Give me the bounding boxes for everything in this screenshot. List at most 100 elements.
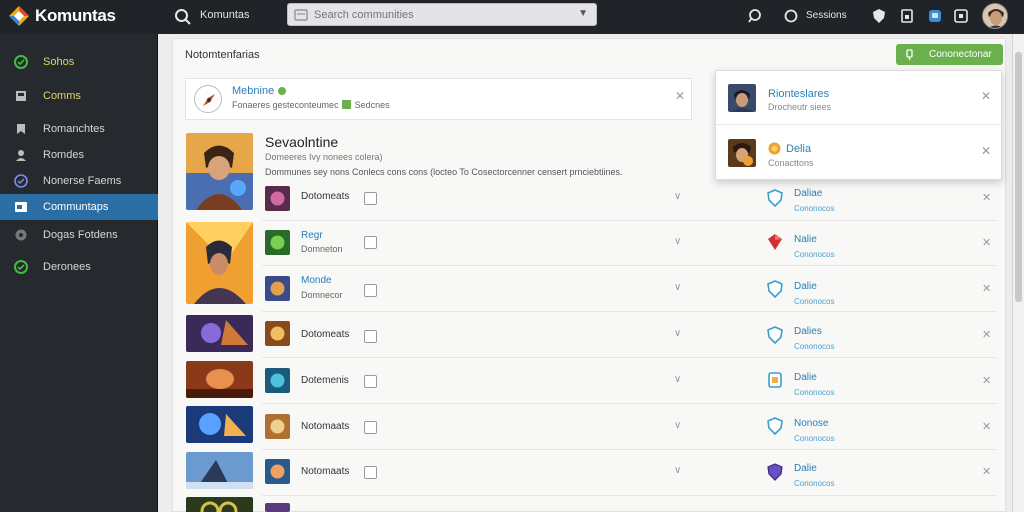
coin-icon — [768, 142, 781, 155]
row-status: Cononocos — [794, 297, 835, 306]
row-title[interactable]: Notomaats — [301, 466, 349, 477]
community-search-input[interactable] — [314, 7, 564, 23]
row-member-name[interactable]: Dalie — [794, 372, 817, 383]
row-member-name[interactable]: Dalie — [794, 281, 817, 292]
row-close-icon[interactable]: ✕ — [982, 191, 991, 204]
community-thumbnail[interactable] — [186, 452, 253, 489]
explore-icon[interactable] — [746, 7, 764, 25]
row-title[interactable]: Dotemenis — [301, 375, 349, 386]
community-search-box[interactable]: ▼ — [287, 3, 597, 26]
check-circle-icon — [14, 260, 28, 274]
chevron-down-icon[interactable]: ∨ — [674, 282, 681, 293]
chevron-down-icon[interactable]: ∨ — [674, 420, 681, 431]
table-row[interactable]: Dotemenis ∨ Dalie Cononocos ✕ — [262, 359, 997, 404]
community-thumbnail[interactable] — [186, 406, 253, 443]
status-ring-icon[interactable] — [782, 7, 800, 25]
chevron-down-icon[interactable]: ∨ — [674, 191, 681, 202]
table-row[interactable]: Monde Domnecor ∨ Dalie Cononocos ✕ — [262, 267, 997, 312]
row-member-name[interactable]: Nalie — [794, 234, 817, 245]
row-close-icon[interactable]: ✕ — [982, 420, 991, 433]
chevron-down-icon[interactable]: ∨ — [674, 236, 681, 247]
shield-icon — [767, 417, 783, 436]
dropdown-item[interactable]: Delia Conacttons ✕ — [716, 126, 1003, 180]
sidebar-item-romdes[interactable]: Romdes — [0, 142, 158, 168]
row-member-name[interactable]: Dalie — [794, 463, 817, 474]
dropdown-item-title[interactable]: Delia — [786, 143, 811, 155]
community-thumbnail[interactable] — [186, 222, 253, 304]
row-checkbox[interactable] — [364, 466, 377, 479]
settings-icon — [15, 229, 27, 241]
sidebar-item-communtaps[interactable]: Communtaps — [0, 194, 158, 220]
device-icon[interactable] — [898, 7, 916, 25]
featured-thumbnail[interactable] — [186, 133, 253, 210]
notice-close-icon[interactable]: ✕ — [675, 89, 685, 103]
chevron-down-icon[interactable]: ∨ — [674, 328, 681, 339]
row-close-icon[interactable]: ✕ — [982, 282, 991, 295]
community-avatar-icon — [265, 459, 290, 484]
plug-icon — [906, 49, 913, 60]
table-row[interactable] — [262, 497, 997, 512]
chevron-down-icon[interactable]: ▼ — [578, 8, 588, 19]
row-title[interactable]: Monde — [301, 275, 332, 286]
row-title[interactable]: Notomaats — [301, 421, 349, 432]
row-title[interactable]: Dotomeats — [301, 191, 349, 202]
messages-icon[interactable] — [926, 7, 944, 25]
chevron-down-icon[interactable]: ∨ — [674, 465, 681, 476]
sessions-link[interactable]: Sessions — [806, 10, 847, 21]
community-icon — [15, 202, 27, 212]
table-row[interactable]: Notomaats ∨ Dalie Cononocos ✕ — [262, 451, 997, 496]
community-thumbnail[interactable] — [186, 315, 253, 352]
row-close-icon[interactable]: ✕ — [982, 465, 991, 478]
row-close-icon[interactable]: ✕ — [982, 374, 991, 387]
connect-button[interactable]: Cononectonar — [896, 44, 1003, 65]
row-title[interactable]: Dotomeats — [301, 329, 349, 340]
search-icon[interactable] — [174, 8, 192, 26]
row-title[interactable]: Regr — [301, 230, 323, 241]
dropdown-item[interactable]: Rionteslares Drocheutr siees ✕ — [716, 71, 1003, 125]
table-row[interactable]: Regr Domneton ∨ Nalie Cononocos ✕ — [262, 221, 997, 266]
row-member-name[interactable]: Nonose — [794, 418, 828, 429]
sidebar-item-nonerse-faems[interactable]: Nonerse Faems — [0, 168, 158, 194]
sidebar-item-comms[interactable]: Comms — [0, 83, 158, 109]
row-checkbox[interactable] — [364, 375, 377, 388]
dropdown-close-icon[interactable]: ✕ — [981, 144, 991, 158]
top-bar-label: Komuntas — [200, 9, 250, 21]
row-checkbox[interactable] — [364, 192, 377, 205]
scrollbar[interactable] — [1012, 34, 1024, 512]
dropdown-close-icon[interactable]: ✕ — [981, 89, 991, 103]
featured-subtitle: Domeeres Ivy nonees colera) — [265, 152, 383, 162]
community-thumbnail[interactable] — [186, 361, 253, 398]
table-row[interactable]: Notomaats ∨ Nonose Cononocos ✕ — [262, 405, 997, 450]
row-checkbox[interactable] — [364, 284, 377, 297]
row-close-icon[interactable]: ✕ — [982, 236, 991, 249]
row-checkbox[interactable] — [364, 236, 377, 249]
sidebar-item-sohos[interactable]: Sohos — [0, 49, 158, 75]
compass-icon — [194, 85, 222, 113]
shield-icon[interactable] — [870, 7, 888, 25]
sidebar-item-deronees[interactable]: Deronees — [0, 254, 158, 280]
dropdown-item-title[interactable]: Rionteslares — [768, 88, 829, 100]
sidebar: Sohos Comms Romanchtes Romdes Nonerse Fa… — [0, 34, 158, 512]
community-avatar-icon — [265, 321, 290, 346]
row-close-icon[interactable]: ✕ — [982, 328, 991, 341]
featured-title[interactable]: Sevaolntine — [265, 134, 338, 150]
community-thumbnail[interactable] — [186, 497, 253, 512]
community-avatar-icon — [265, 503, 290, 512]
row-member-name[interactable]: Dalies — [794, 326, 822, 337]
sidebar-item-dogas-fotdens[interactable]: Dogas Fotdens — [0, 222, 158, 248]
table-row[interactable]: Dotomeats ∨ Daliae Cononocos ✕ — [262, 176, 997, 221]
row-checkbox[interactable] — [364, 330, 377, 343]
table-row[interactable]: Dotomeats ∨ Dalies Cononocos ✕ — [262, 313, 997, 358]
row-status: Cononocos — [794, 342, 835, 351]
user-avatar[interactable] — [982, 3, 1008, 29]
notifications-icon[interactable] — [952, 7, 970, 25]
notice-card[interactable]: Mebnine Fonaeres gesteconteumec Sedcnes — [185, 78, 692, 120]
brand[interactable]: Komuntas — [8, 5, 116, 27]
row-member-name[interactable]: Daliae — [794, 188, 822, 199]
chevron-down-icon[interactable]: ∨ — [674, 374, 681, 385]
row-checkbox[interactable] — [364, 421, 377, 434]
sidebar-item-romanchtes[interactable]: Romanchtes — [0, 116, 158, 142]
scrollbar-thumb[interactable] — [1015, 52, 1022, 302]
sidebar-item-label: Nonerse Faems — [43, 175, 122, 187]
notice-title[interactable]: Mebnine — [232, 85, 274, 97]
